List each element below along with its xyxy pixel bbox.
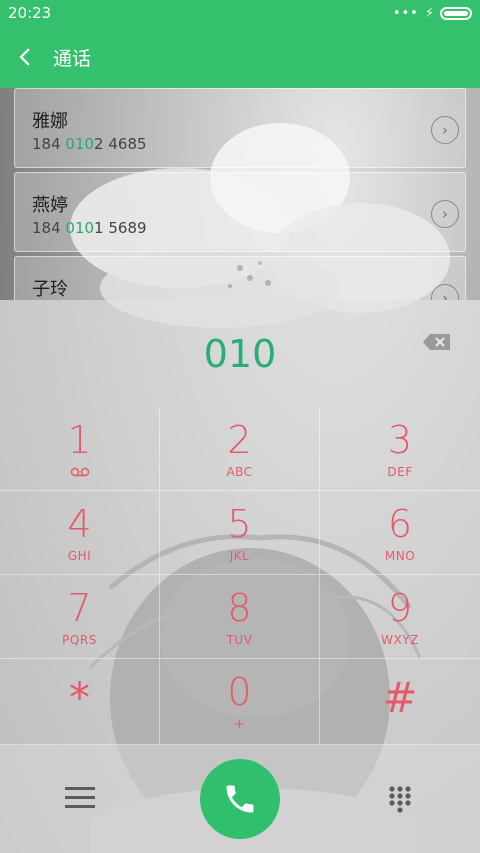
keypad: 1 2 ABC 3 DEF 4 GHI 5 JKL 6 MNO 7 PQRS 8… bbox=[0, 407, 480, 745]
signal-dots-icon: ••• bbox=[392, 5, 419, 21]
status-bar: 20:23 ••• ⚡ bbox=[0, 0, 480, 26]
key-digit: 9 bbox=[387, 586, 413, 630]
key-1[interactable]: 1 bbox=[0, 407, 160, 491]
contact-name: 子玲 bbox=[32, 279, 68, 300]
contact-name: 燕婷 bbox=[32, 195, 68, 216]
key-0[interactable]: 0 + bbox=[160, 659, 320, 745]
key-letters: ABC bbox=[226, 465, 253, 479]
voicemail-icon bbox=[70, 467, 89, 477]
key-8[interactable]: 8 TUV bbox=[160, 575, 320, 659]
key-letters: GHI bbox=[67, 549, 92, 563]
contact-number: 184 0101 5689 bbox=[32, 219, 147, 237]
key-digit: 3 bbox=[387, 418, 413, 462]
key-letters: JKL bbox=[229, 549, 250, 563]
number-part: 1 5689 bbox=[94, 219, 147, 237]
key-digit: # bbox=[382, 673, 418, 722]
key-digit: 0 bbox=[227, 670, 252, 714]
menu-icon[interactable] bbox=[65, 787, 95, 811]
key-5[interactable]: 5 JKL bbox=[160, 491, 320, 575]
app-bar: 通话 bbox=[0, 26, 480, 88]
key-digit: 1 bbox=[67, 418, 92, 462]
chevron-left-icon bbox=[19, 48, 30, 66]
number-match: 010 bbox=[65, 219, 95, 237]
contact-card[interactable]: 子玲 › bbox=[14, 256, 466, 300]
key-letters: MNO bbox=[384, 549, 416, 563]
dial-panel: 010 1 2 ABC 3 DEF 4 GHI 5 JKL 6 MNO 7 PQ… bbox=[0, 300, 480, 745]
key-digit: 6 bbox=[387, 502, 413, 546]
key-letters: WXYZ bbox=[381, 633, 419, 647]
call-button[interactable] bbox=[200, 759, 280, 839]
key-digit: 5 bbox=[227, 502, 252, 546]
key-4[interactable]: 4 GHI bbox=[0, 491, 160, 575]
key-letters: TUV bbox=[226, 633, 253, 647]
key-digit: 2 bbox=[227, 418, 252, 462]
chevron-right-icon[interactable]: › bbox=[431, 284, 459, 300]
key-digit: 7 bbox=[67, 586, 92, 630]
dialed-number: 010 bbox=[203, 331, 277, 376]
key-hash[interactable]: # bbox=[320, 659, 480, 745]
dialpad-toggle-icon[interactable] bbox=[386, 785, 414, 815]
number-part: 2 4685 bbox=[94, 135, 147, 153]
number-part: 184 bbox=[32, 219, 66, 237]
key-letters: PQRS bbox=[62, 633, 97, 647]
key-6[interactable]: 6 MNO bbox=[320, 491, 480, 575]
contact-card[interactable]: 雅娜 184 0102 4685 › bbox=[14, 88, 466, 168]
status-time: 20:23 bbox=[8, 4, 52, 22]
contact-card[interactable]: 燕婷 184 0101 5689 › bbox=[14, 172, 466, 252]
back-button[interactable] bbox=[0, 26, 50, 88]
contact-number: 184 0102 4685 bbox=[32, 135, 147, 153]
key-letters: + bbox=[234, 717, 245, 731]
key-2[interactable]: 2 ABC bbox=[160, 407, 320, 491]
number-part: 184 bbox=[32, 135, 66, 153]
charging-icon: ⚡ bbox=[424, 5, 434, 21]
key-3[interactable]: 3 DEF bbox=[320, 407, 480, 491]
chevron-right-icon[interactable]: › bbox=[431, 200, 459, 228]
contact-name: 雅娜 bbox=[32, 111, 68, 132]
key-7[interactable]: 7 PQRS bbox=[0, 575, 160, 659]
battery-icon bbox=[440, 6, 472, 20]
key-digit: 4 bbox=[67, 502, 92, 546]
chevron-right-icon[interactable]: › bbox=[431, 116, 459, 144]
key-digit: * bbox=[69, 673, 90, 722]
key-letters: DEF bbox=[387, 465, 413, 479]
key-star[interactable]: * bbox=[0, 659, 160, 745]
backspace-icon[interactable] bbox=[422, 333, 452, 351]
contact-results: 雅娜 184 0102 4685 › 燕婷 184 0101 5689 › 子玲… bbox=[0, 88, 480, 300]
bottom-bar bbox=[0, 745, 480, 853]
phone-icon bbox=[226, 785, 254, 813]
page-title: 通话 bbox=[53, 47, 92, 70]
key-9[interactable]: 9 WXYZ bbox=[320, 575, 480, 659]
key-digit: 8 bbox=[227, 586, 252, 630]
number-match: 010 bbox=[65, 135, 95, 153]
